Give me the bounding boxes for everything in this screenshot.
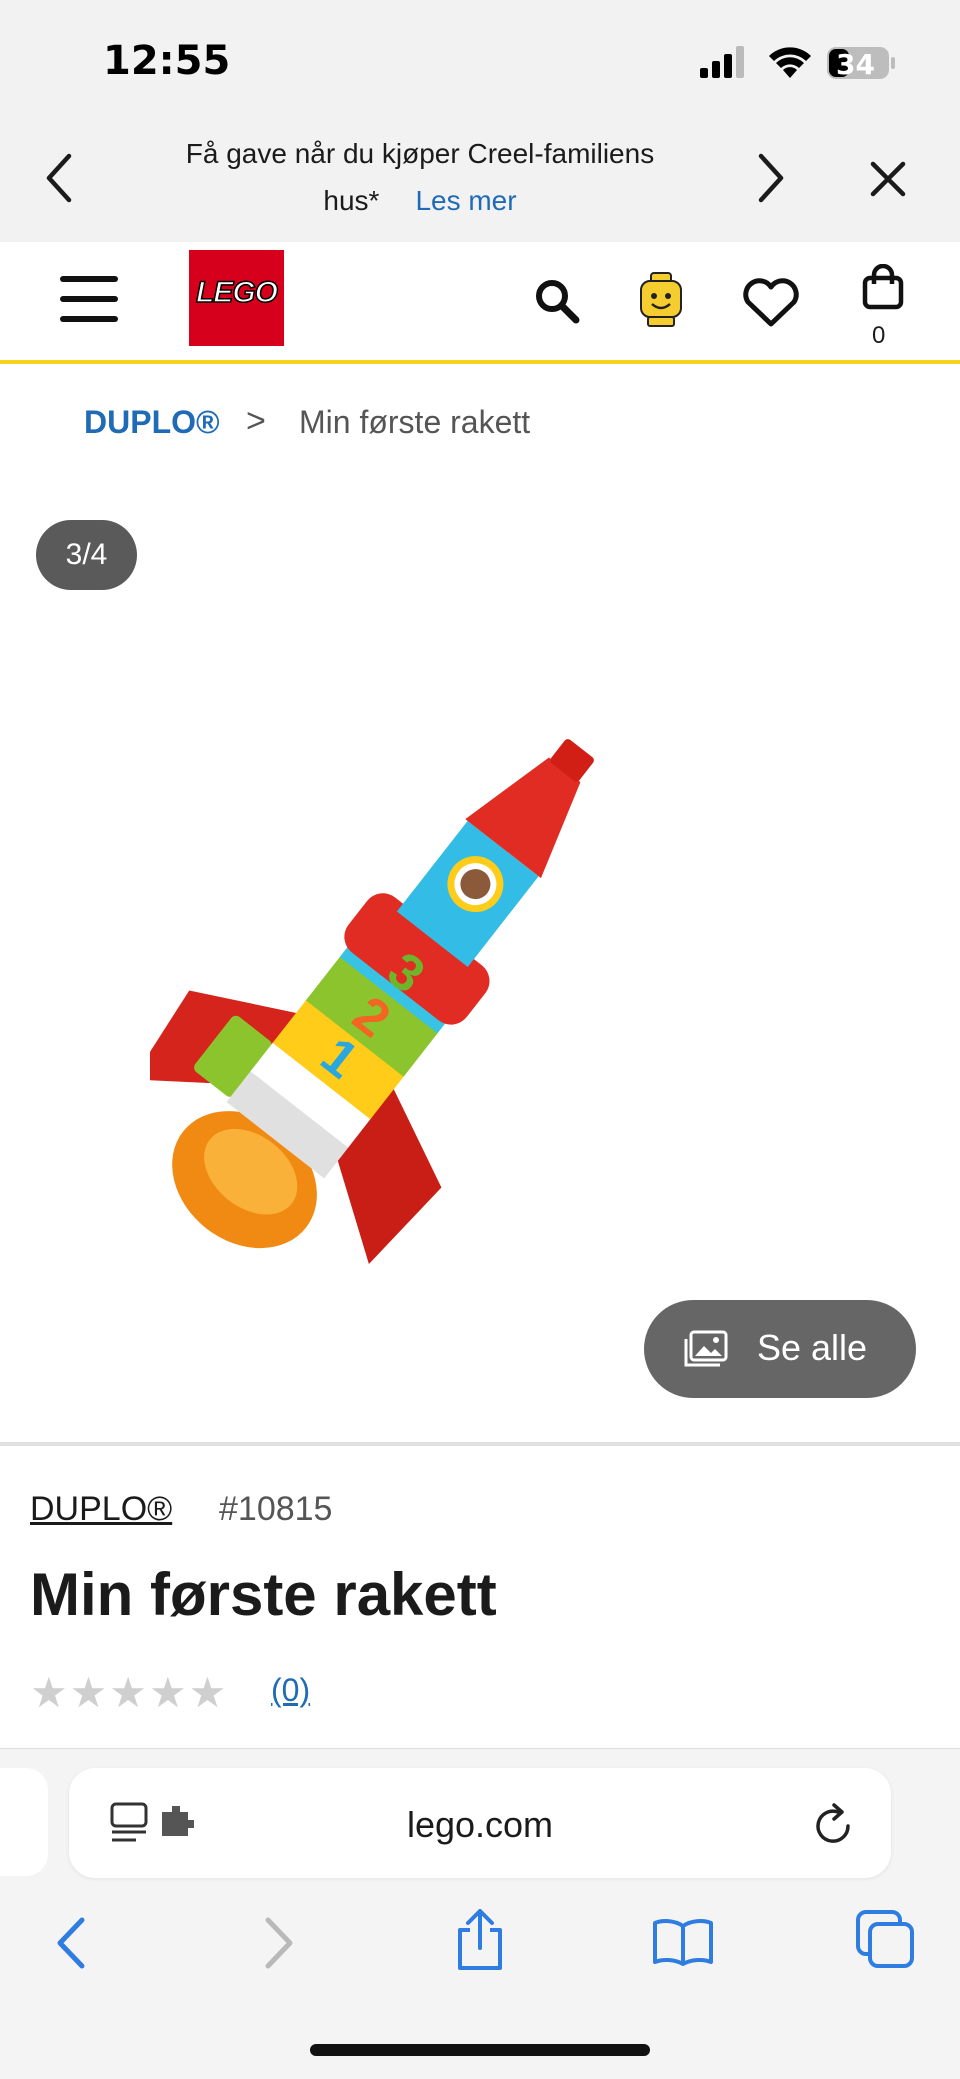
close-icon[interactable] [869, 160, 907, 198]
image-counter: 3/4 [36, 520, 137, 590]
cart-count: 0 [872, 322, 886, 349]
breadcrumb-parent-link[interactable]: DUPLO® [84, 404, 220, 441]
breadcrumb-separator: > [246, 402, 266, 440]
heart-icon[interactable] [742, 278, 800, 328]
reload-icon[interactable] [812, 1800, 856, 1848]
lego-logo-text: LEGO [195, 275, 279, 310]
back-chevron-icon[interactable] [44, 153, 74, 203]
previous-tab-card[interactable] [0, 1768, 48, 1876]
product-title: Min første rakett [30, 1561, 497, 1628]
promo-read-more-link[interactable]: Les mer [415, 185, 516, 216]
review-count-link[interactable]: (0) [271, 1672, 310, 1709]
wifi-icon [768, 44, 812, 78]
forward-icon [262, 1916, 296, 1970]
product-image[interactable]: 1 2 3 [150, 640, 710, 1270]
see-all-button[interactable]: Se alle [644, 1300, 916, 1398]
see-all-label: Se alle [757, 1327, 868, 1368]
signal-icon [700, 46, 750, 78]
product-theme-link[interactable]: DUPLO® [30, 1490, 172, 1529]
gallery-icon [684, 1330, 728, 1368]
forward-chevron-icon[interactable] [756, 153, 786, 203]
search-icon[interactable] [534, 278, 580, 324]
product-item-number: #10815 [219, 1490, 333, 1528]
lego-logo[interactable]: LEGO [189, 250, 284, 346]
back-icon[interactable] [54, 1916, 88, 1970]
share-icon[interactable] [454, 1908, 506, 1972]
rating-stars: ★★★★★ [30, 1669, 229, 1716]
home-indicator [310, 2044, 650, 2056]
breadcrumb-current: Min første rakett [299, 404, 531, 440]
tabs-icon[interactable] [856, 1910, 916, 1970]
menu-icon[interactable] [60, 274, 118, 324]
url-text[interactable]: lego.com [69, 1804, 891, 1846]
bag-icon[interactable] [862, 264, 904, 310]
section-divider [0, 1442, 960, 1446]
status-time: 12:55 [103, 38, 231, 84]
site-header [0, 242, 960, 364]
minifig-icon[interactable] [638, 272, 684, 328]
bookmarks-icon[interactable] [652, 1916, 714, 1966]
promo-message: Få gave når du kjøper Creel-familiens hu… [150, 130, 690, 224]
battery-level: 34 [836, 48, 875, 81]
